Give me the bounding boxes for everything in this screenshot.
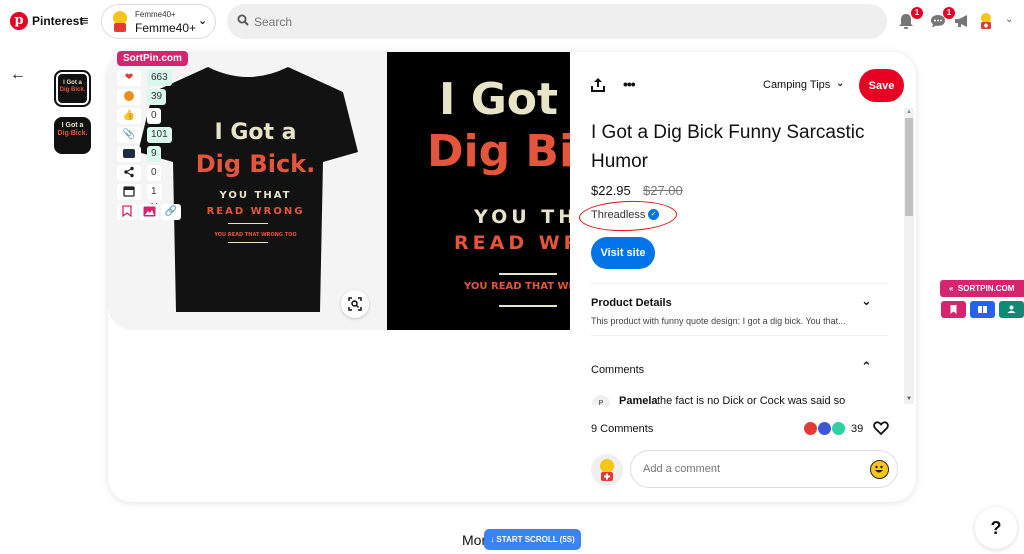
design-line-1: I Got a [439, 74, 570, 125]
sortpin-board-button[interactable] [970, 301, 995, 318]
megaphone-icon [955, 15, 967, 27]
reactions-summary[interactable] [804, 422, 848, 436]
chevron-down-icon: ⌄ [198, 15, 208, 27]
comment-box [630, 450, 898, 488]
comments-title[interactable]: Comments [591, 364, 644, 376]
accounts-chevron-icon[interactable]: ⌄ [1005, 14, 1013, 25]
scroll-down-arrow-icon[interactable]: ▼ [905, 395, 913, 403]
comment-text: the fact is no Dick or Cock was said so [657, 395, 846, 405]
top-nav: p Pinterest ≡ Femme40+ Femme40+ ⌄ 1 1 ⌄ [0, 0, 1024, 44]
pinterest-logo-icon[interactable]: p [10, 12, 28, 30]
scroll-up-arrow-icon[interactable]: ▲ [905, 108, 913, 116]
chevron-up-icon[interactable]: ⌃ [861, 359, 872, 375]
thumbnail-1[interactable]: I Got a Dig Bick. [54, 70, 91, 107]
sortpin-bookmark-button[interactable] [941, 301, 966, 318]
comment-input[interactable] [643, 451, 863, 487]
notifications-badge: 1 [911, 7, 923, 19]
pin-title: I Got a Dig Bick Funny Sarcastic Humor [591, 122, 865, 172]
thumbnail-2[interactable]: I Got a Dig Bick. [54, 117, 91, 154]
chevron-down-icon[interactable]: ⌄ [861, 293, 872, 309]
comment-icon [117, 146, 141, 162]
heart-react-icon[interactable] [873, 420, 889, 436]
more-options-icon[interactable]: ••• [623, 76, 636, 92]
messages-button[interactable]: 1 [929, 7, 955, 32]
board-chevron-icon[interactable]: ⌄ [836, 78, 844, 89]
visit-site-button[interactable]: Visit site [591, 237, 655, 269]
design-line-5: YOU READ THAT WRONG TOO [464, 281, 570, 292]
product-details-title[interactable]: Product Details [591, 297, 672, 309]
bookmark-tool-icon[interactable] [117, 204, 137, 220]
account-avatar [110, 11, 130, 33]
smiley-icon [117, 89, 141, 105]
notifications-button[interactable]: 1 [897, 7, 923, 32]
comment-item: P Pamela the fact is no Dick or Cock was… [588, 390, 900, 405]
sortpin-users-button[interactable] [999, 301, 1024, 318]
design-line-2: Dig Bick. [427, 126, 570, 177]
upload-share-icon[interactable] [590, 77, 606, 93]
image-tool-icon[interactable] [139, 204, 159, 220]
emoji-picker-icon[interactable] [870, 460, 889, 479]
smile-reaction-icon [818, 422, 831, 435]
sortpin-side-label: SORTPIN.COM [957, 284, 1015, 293]
start-scroll-button[interactable]: ↓ START SCROLL (5S) [484, 529, 581, 550]
back-arrow-icon[interactable]: ← [10, 66, 26, 84]
search-bar [227, 4, 887, 39]
price: $22.95 [591, 183, 631, 198]
calendar-icon [117, 184, 141, 200]
sortpin-label[interactable]: SortPin.com [117, 51, 188, 66]
reactions-count: 39 [851, 423, 864, 435]
help-button[interactable]: ? [975, 507, 1017, 549]
board-selector[interactable]: Camping Tips [763, 79, 830, 91]
product-details-description: This product with funny quote design: I … [591, 316, 846, 326]
comment-avatar[interactable]: P [592, 395, 610, 405]
scrollbar-thumb[interactable] [905, 118, 913, 216]
divider [591, 283, 888, 284]
pin-image-design[interactable]: I Got a Dig Bick. YOU THAT READ WRONG YO… [387, 52, 570, 330]
design-line-4: READ WRONG [454, 232, 570, 254]
account-name: Femme40+ [135, 21, 197, 35]
account-handle: Femme40+ [135, 10, 176, 19]
heart-reaction-icon [804, 422, 817, 435]
heart-icon: ❤ [117, 70, 141, 86]
visual-search-button[interactable] [341, 290, 369, 318]
comment-author[interactable]: Pamela [619, 395, 658, 405]
megaphone-button[interactable] [953, 12, 973, 32]
search-icon [237, 14, 249, 26]
divider [591, 335, 888, 336]
star-reaction-icon [832, 422, 845, 435]
comments-count: 9 Comments [591, 423, 654, 435]
profile-avatar[interactable] [978, 12, 994, 30]
design-line-3: YOU THAT [474, 206, 570, 228]
save-button[interactable]: Save [859, 69, 904, 102]
sortpin-side-toggle[interactable]: « SORTPIN.COM [940, 280, 1024, 297]
shirt-line-5: YOU READ THAT WRONG TOO [214, 232, 297, 238]
thumbs-up-icon: 👍 [117, 108, 141, 124]
search-input[interactable] [254, 4, 874, 39]
hamburger-menu-icon[interactable]: ≡ [81, 13, 89, 28]
link-tool-icon[interactable]: 🔗 [161, 204, 181, 220]
original-price: $27.00 [643, 183, 683, 198]
brand-name[interactable]: Pinterest [32, 14, 83, 28]
current-user-avatar [591, 454, 623, 486]
account-switcher[interactable]: Femme40+ Femme40+ ⌄ [101, 4, 216, 39]
paperclip-icon: 📎 [117, 127, 141, 143]
lens-icon [348, 297, 362, 311]
share-icon [117, 165, 141, 181]
